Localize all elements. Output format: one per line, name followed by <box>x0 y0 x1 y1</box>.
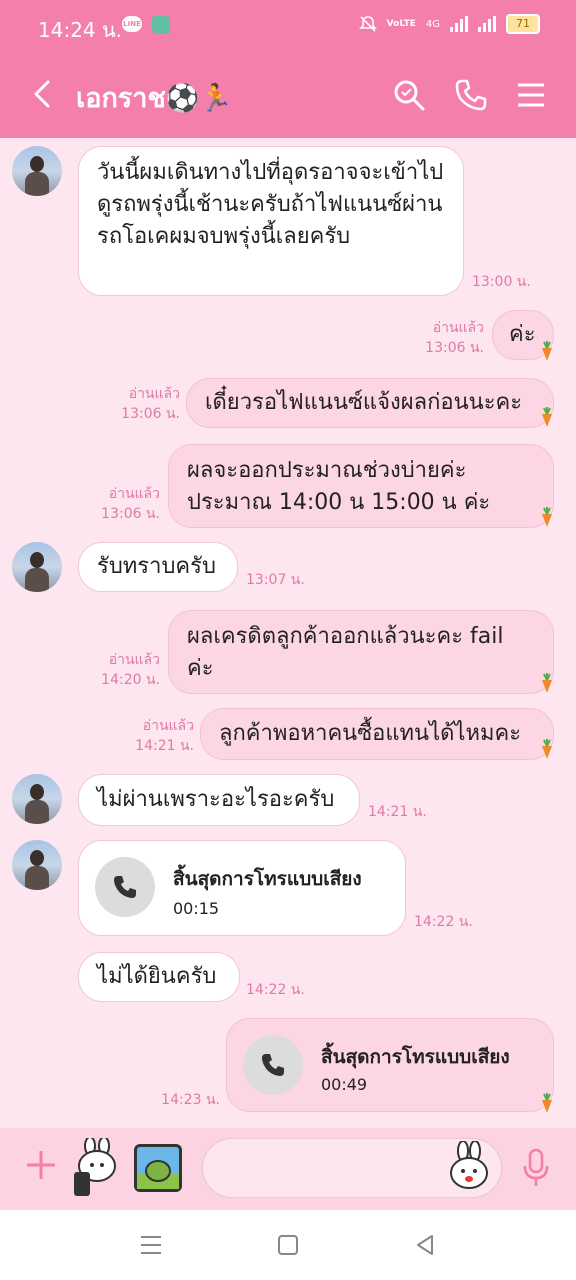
read-receipt: อ่านแล้ว <box>128 386 180 402</box>
signal-icon-2 <box>478 16 496 32</box>
outgoing-message[interactable]: เดี๋ยวรอไฟแนนซ์แจ้งผลก่อนนะคะ <box>186 378 554 428</box>
input-bar <box>0 1128 576 1210</box>
message-time: 13:06 น. <box>101 506 160 522</box>
message-time: 14:20 น. <box>101 672 160 688</box>
message-text: เดี๋ยวรอไฟแนนซ์แจ้งผลก่อนนะคะ <box>205 390 523 415</box>
incoming-message[interactable]: รับทราบครับ <box>78 542 238 592</box>
avatar[interactable] <box>12 774 62 824</box>
message-time: 13:00 น. <box>472 274 531 290</box>
read-receipt: อ่านแล้ว <box>432 320 484 336</box>
message-text: ลูกค้าพอหาคนซื้อแทนได้ไหมคะ <box>219 721 522 746</box>
read-receipt: อ่านแล้ว <box>142 718 194 734</box>
message-input[interactable] <box>202 1138 502 1198</box>
image-sticker-icon[interactable] <box>134 1144 182 1192</box>
volte-icon: VoLTE <box>386 19 416 29</box>
battery-icon: 71 <box>506 14 540 34</box>
message-text: รับทราบครับ <box>97 554 216 579</box>
chat-area[interactable]: วันนี้ผมเดินทางไปที่อุดรอาจจะเข้าไปดูรถพ… <box>0 138 576 1128</box>
mute-icon <box>358 16 377 32</box>
message-time: 13:07 น. <box>246 572 305 588</box>
message-time: 14:23 น. <box>161 1092 220 1108</box>
search-icon[interactable] <box>392 78 426 112</box>
phone-icon <box>262 1054 284 1076</box>
message-time: 13:06 น. <box>425 340 484 356</box>
message-time: 13:06 น. <box>121 406 180 422</box>
message-text: ค่ะ <box>509 322 536 347</box>
message-text: ผลเครดิตลูกค้าออกแล้วนะคะ fail ค่ะ <box>187 624 504 681</box>
read-receipt: อ่านแล้ว <box>108 652 160 668</box>
status-bar: 14:24 น. LINE VoLTE 4G 71 <box>0 0 576 52</box>
system-navigation-bar <box>0 1210 576 1280</box>
chat-title[interactable]: เอกราช⚽🏃 <box>76 76 233 119</box>
home-icon[interactable] <box>275 1232 301 1258</box>
message-time: 14:22 น. <box>414 914 473 930</box>
incoming-message[interactable]: วันนี้ผมเดินทางไปที่อุดรอาจจะเข้าไปดูรถพ… <box>78 146 464 296</box>
call-duration: 00:49 <box>321 1075 368 1094</box>
incoming-message[interactable]: ไม่ผ่านเพราะอะไรอะครับ <box>78 774 360 826</box>
recent-apps-icon[interactable] <box>138 1232 164 1258</box>
plus-icon[interactable] <box>24 1148 58 1182</box>
call-icon <box>243 1035 303 1095</box>
back-nav-icon[interactable] <box>412 1232 438 1258</box>
message-text: ไม่ได้ยินครับ <box>97 964 217 989</box>
carrot-icon <box>542 407 552 427</box>
call-message[interactable]: สิ้นสุดการโทรแบบเสียง 00:49 <box>226 1018 554 1112</box>
message-time: 14:21 น. <box>368 804 427 820</box>
microphone-icon[interactable] <box>522 1148 550 1188</box>
call-duration: 00:15 <box>173 899 220 918</box>
menu-icon[interactable] <box>514 78 548 112</box>
carrot-icon <box>542 739 552 759</box>
call-title: สิ้นสุดการโทรแบบเสียง <box>173 868 362 890</box>
message-text: วันนี้ผมเดินทางไปที่อุดรอาจจะเข้าไปดูรถพ… <box>97 160 444 249</box>
message-time: 14:21 น. <box>135 738 194 754</box>
line-notification-icon: LINE <box>122 16 142 32</box>
app-notification-icon <box>152 16 170 34</box>
network-type: 4G <box>425 18 440 30</box>
status-time: 14:24 น. <box>38 18 123 42</box>
outgoing-message[interactable]: ผลเครดิตลูกค้าออกแล้วนะคะ fail ค่ะ <box>168 610 554 694</box>
signal-icon <box>450 16 468 32</box>
phone-icon[interactable] <box>454 78 488 112</box>
carrot-icon <box>542 673 552 693</box>
call-icon <box>95 857 155 917</box>
message-time: 14:22 น. <box>246 982 305 998</box>
call-message[interactable]: สิ้นสุดการโทรแบบเสียง 00:15 <box>78 840 406 936</box>
sticker-icon[interactable] <box>70 1138 122 1200</box>
outgoing-message[interactable]: ลูกค้าพอหาคนซื้อแทนได้ไหมคะ <box>200 708 554 760</box>
emoji-sticker-icon[interactable] <box>443 1141 495 1193</box>
phone-icon <box>114 876 136 898</box>
carrot-icon <box>542 1093 552 1113</box>
outgoing-message[interactable]: ผลจะออกประมาณช่วงบ่ายค่ะ ประมาณ 14:00 น … <box>168 444 554 528</box>
avatar[interactable] <box>12 146 62 196</box>
carrot-icon <box>542 341 552 361</box>
incoming-message[interactable]: ไม่ได้ยินครับ <box>78 952 240 1002</box>
avatar[interactable] <box>12 840 62 890</box>
message-text: ผลจะออกประมาณช่วงบ่ายค่ะ ประมาณ 14:00 น … <box>187 458 491 515</box>
message-text: ไม่ผ่านเพราะอะไรอะครับ <box>97 787 335 812</box>
avatar[interactable] <box>12 542 62 592</box>
carrot-icon <box>542 507 552 527</box>
chat-header: เอกราช⚽🏃 <box>0 52 576 138</box>
back-icon[interactable] <box>28 78 60 110</box>
read-receipt: อ่านแล้ว <box>108 486 160 502</box>
